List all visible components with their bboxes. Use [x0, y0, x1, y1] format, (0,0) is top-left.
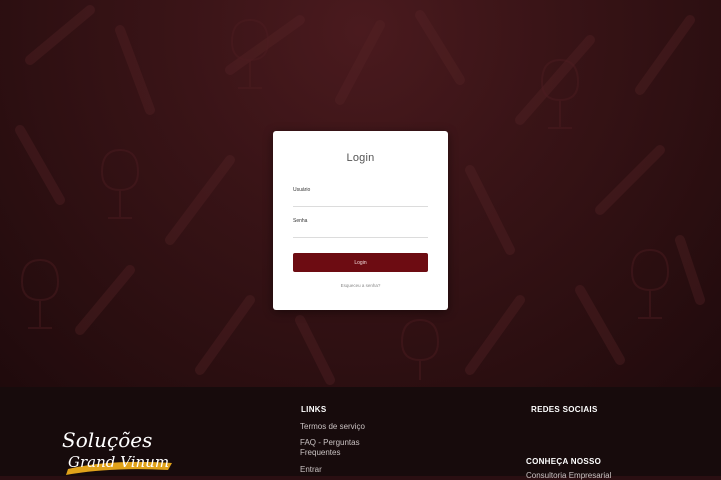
hero-background: Login Usuário Senha Login Esqueceu a sen…: [0, 0, 721, 387]
social-heading: REDES SOCIAIS: [531, 405, 598, 414]
know-heading: CONHEÇA NOSSO: [526, 457, 602, 466]
links-heading: LINKS: [301, 405, 327, 414]
solucoes-grand-vinum-logo[interactable]: Soluções Grand Vinum: [60, 423, 180, 476]
logo-line2: Grand Vinum: [68, 453, 169, 471]
footer-link-terms[interactable]: Termos de serviço: [300, 422, 365, 432]
username-label: Usuário: [293, 187, 311, 193]
login-button[interactable]: Login: [293, 253, 428, 272]
username-input[interactable]: [293, 196, 428, 207]
forgot-password-link[interactable]: Esqueceu a senha?: [273, 283, 448, 288]
footer-link-faq[interactable]: FAQ - Perguntas Frequentes: [300, 438, 390, 458]
login-card: Login Usuário Senha Login Esqueceu a sen…: [273, 131, 448, 310]
password-input[interactable]: [293, 227, 428, 238]
password-label: Senha: [293, 218, 308, 224]
logo-line1: Soluções: [62, 428, 152, 452]
footer-link-login[interactable]: Entrar: [300, 465, 322, 475]
footer: Soluções Grand Vinum LINKS Termos de ser…: [0, 387, 721, 480]
login-title: Login: [346, 152, 375, 164]
